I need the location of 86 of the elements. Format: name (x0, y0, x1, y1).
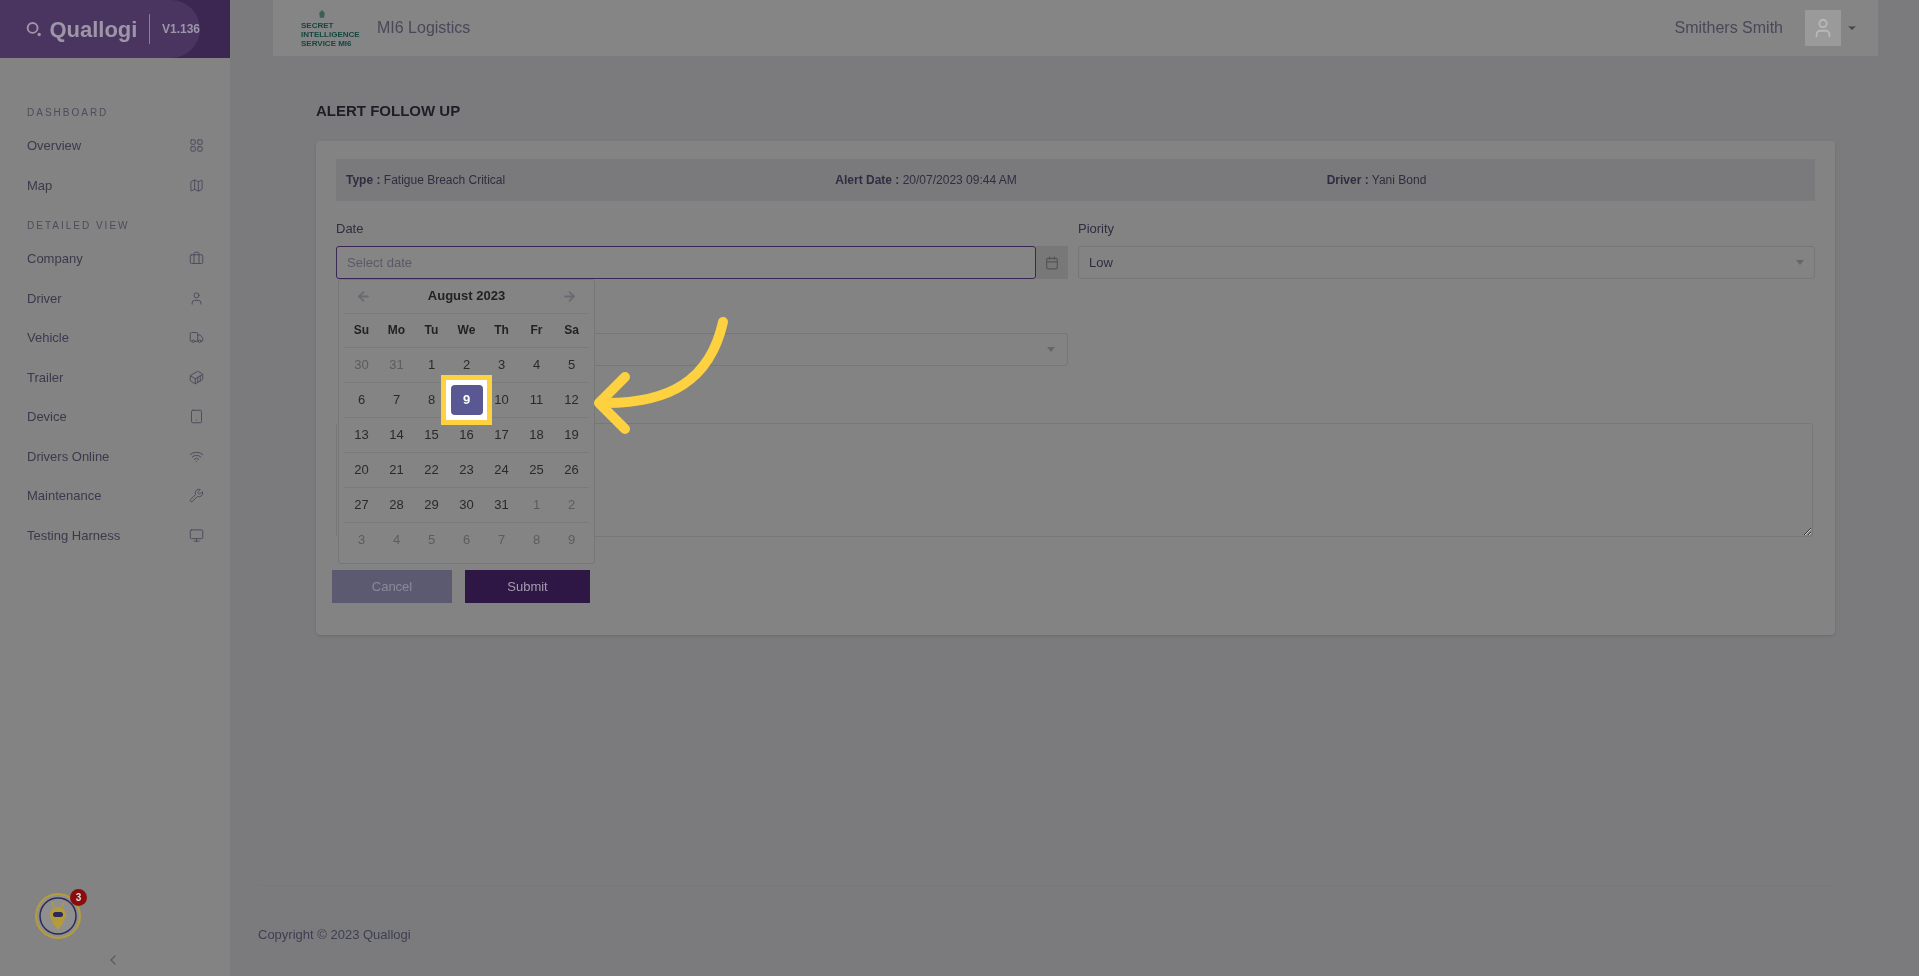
date-cell[interactable]: 18 (529, 424, 544, 445)
previous-month-icon[interactable] (356, 288, 371, 304)
company-name: MI6 Logistics (377, 18, 471, 38)
monitor-icon (189, 527, 204, 543)
date-cell[interactable]: 22 (424, 459, 439, 480)
field-label: Piority (1078, 219, 1116, 238)
version-label: V1.136 (161, 21, 200, 38)
date-cell[interactable]: 12 (564, 389, 579, 410)
truck-icon (189, 330, 204, 346)
trailer-icon (189, 369, 204, 385)
weekday-label: Th (493, 322, 510, 339)
submit-button[interactable]: Submit (465, 570, 590, 603)
section-heading: DETAILED VIEW (27, 219, 131, 233)
logo-text: SECRET (301, 20, 334, 30)
user-avatar[interactable] (1805, 10, 1841, 46)
date-cell[interactable]: 2 (462, 354, 471, 375)
notification-badge: 3 (70, 889, 87, 906)
wifi-icon (189, 448, 204, 464)
date-cell[interactable]: 16 (459, 424, 474, 445)
date-cell[interactable]: 10 (494, 389, 509, 410)
calendar-button[interactable] (1036, 246, 1068, 279)
dropdown-arrow-icon (1047, 347, 1055, 352)
dropdown-arrow-icon (1796, 260, 1804, 265)
wrench-icon (189, 488, 204, 504)
date-cell[interactable]: 6 (357, 389, 366, 410)
sidebar-item[interactable]: Overview (27, 126, 204, 166)
date-cell[interactable]: 7 (392, 389, 401, 410)
date-cell[interactable]: 15 (424, 424, 439, 445)
sidebar-item[interactable]: Vehicle (27, 318, 204, 358)
date-cell[interactable]: 29 (424, 494, 439, 515)
date-cell[interactable]: 26 (564, 459, 579, 480)
date-cell[interactable]: 8 (427, 389, 436, 410)
info-text: Type : Fatigue Breach Critical (346, 171, 507, 189)
sidebar-item[interactable]: Drivers Online (27, 436, 204, 476)
date-cell[interactable]: 3 (497, 354, 506, 375)
date-cell[interactable]: 20 (354, 459, 369, 480)
date-cell[interactable]: 30 (459, 494, 474, 515)
date-cell[interactable]: 24 (494, 459, 509, 480)
priority-select[interactable]: Low (1078, 246, 1815, 279)
date-cell[interactable]: 23 (459, 459, 474, 480)
date-cell[interactable]: 19 (564, 424, 579, 445)
sidebar-item[interactable]: Driver (27, 278, 204, 318)
copyright-text: Copyright © 2023 Quallogi (258, 927, 411, 942)
logo-text: INTELLIGENCE (301, 29, 360, 39)
grid-icon (189, 138, 204, 154)
briefcase-icon (189, 251, 204, 267)
user-name[interactable]: Smithers Smith (1674, 16, 1783, 40)
date-cell[interactable]: 27 (354, 494, 369, 515)
date-cell[interactable]: 13 (354, 424, 369, 445)
robot-avatar-icon[interactable] (34, 892, 82, 940)
date-cell[interactable]: 9 (450, 384, 483, 415)
date-cell[interactable]: 11 (529, 389, 544, 410)
next-month-icon[interactable] (562, 288, 577, 304)
tablet-icon (189, 409, 204, 425)
weekday-label: Tu (423, 322, 440, 339)
date-cell[interactable]: 4 (532, 354, 541, 375)
section-heading: DASHBOARD (27, 106, 110, 120)
weekday-label: Mo (386, 322, 407, 339)
calendar-icon (1045, 255, 1059, 270)
date-cell[interactable]: 21 (389, 459, 404, 480)
page-title: ALERT FOLLOW UP (316, 101, 462, 121)
sidebar-item[interactable]: Maintenance (27, 476, 204, 516)
weekday-label: Sa (563, 322, 580, 339)
month-title: August 2023 (427, 287, 506, 306)
user-icon (189, 290, 204, 306)
map-icon (189, 177, 204, 193)
field-label: Date (336, 219, 365, 238)
sidebar-item[interactable]: Trailer (27, 357, 204, 397)
date-cell[interactable]: 1 (427, 354, 436, 375)
sidebar-item[interactable]: Company (27, 239, 204, 279)
sidebar-item[interactable]: Map (27, 165, 204, 205)
info-text: Alert Date : 20/07/2023 09:44 AM (834, 171, 1018, 189)
info-text: Driver : Yani Bond (1325, 171, 1428, 189)
weekday-label: Su (352, 322, 371, 339)
date-cell[interactable]: 28 (389, 494, 404, 515)
weekday-label: Fr (529, 322, 544, 339)
sidebar-item[interactable]: Device (27, 397, 204, 437)
weekday-label: We (456, 322, 477, 339)
date-cell[interactable]: 5 (567, 354, 576, 375)
date-cell[interactable]: 31 (494, 494, 509, 515)
date-cell[interactable]: 17 (494, 424, 509, 445)
logo-text: SERVICE MI6 (301, 38, 352, 48)
brand-name: Quallogi (49, 15, 138, 44)
sidebar-item[interactable]: Testing Harness (27, 515, 204, 555)
date-cell[interactable]: 14 (389, 424, 404, 445)
date-cell[interactable]: 25 (529, 459, 544, 480)
